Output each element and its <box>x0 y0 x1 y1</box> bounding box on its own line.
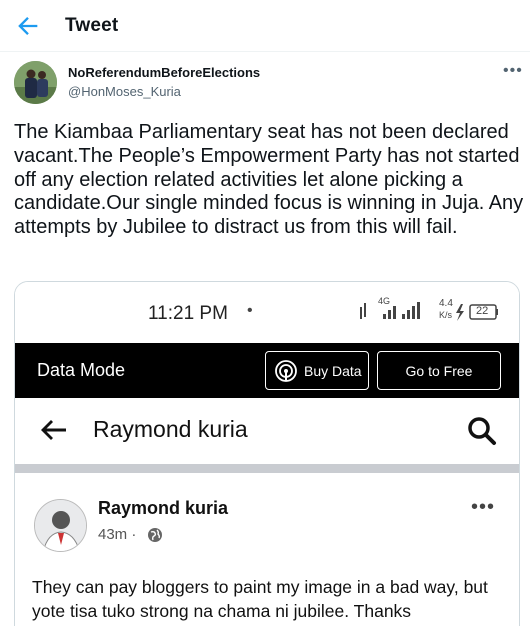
broadcast-icon <box>275 360 297 382</box>
data-mode-bar: Data Mode Buy Data Go to Free <box>15 343 519 398</box>
arrow-left-icon <box>18 17 38 35</box>
author-display-name[interactable]: NoReferendumBeforeElections <box>68 65 260 80</box>
facebook-search-row: Raymond kuria <box>15 398 519 464</box>
author-handle[interactable]: @HonMoses_Kuria <box>68 84 181 99</box>
post-author-avatar[interactable] <box>34 499 87 552</box>
post-time: 43m · <box>98 526 137 543</box>
globe-icon <box>148 528 162 542</box>
page-title: Tweet <box>65 15 119 36</box>
tweet-media[interactable]: 11:21 PM • 4G 4.4 K/s 22 Data Mode Buy D… <box>14 281 520 626</box>
search-icon[interactable] <box>467 416 497 446</box>
data-mode-label: Data Mode <box>37 360 126 380</box>
network-speed: 4.4 <box>439 298 453 309</box>
status-time: 11:21 PM <box>148 303 228 324</box>
buy-data-button[interactable]: Buy Data <box>265 351 369 390</box>
arrow-left-icon[interactable] <box>39 418 67 442</box>
network-type: 4G <box>378 296 391 306</box>
phone-status-bar: 11:21 PM • 4G 4.4 K/s 22 <box>15 282 519 342</box>
status-dot: • <box>247 302 253 319</box>
section-divider <box>15 464 519 473</box>
post-text: They can pay bloggers to paint my image … <box>32 577 488 621</box>
battery-level: 22 <box>476 305 489 317</box>
network-speed-unit: K/s <box>439 310 453 320</box>
status-icons: 4G 4.4 K/s 22 <box>355 296 505 328</box>
avatar[interactable] <box>14 61 57 104</box>
more-button[interactable]: ••• <box>503 62 523 80</box>
back-button[interactable] <box>14 12 42 40</box>
post-more-button[interactable]: ••• <box>471 496 495 519</box>
tweet-text: The Kiambaa Parliamentary seat has not b… <box>14 121 524 239</box>
ellipsis-icon: ••• <box>503 62 523 79</box>
search-title: Raymond kuria <box>93 416 248 442</box>
go-to-free-button[interactable]: Go to Free <box>377 351 501 390</box>
buy-data-label: Buy Data <box>304 363 362 379</box>
tweet-header: Tweet <box>0 0 530 52</box>
post-author-name[interactable]: Raymond kuria <box>98 498 228 519</box>
